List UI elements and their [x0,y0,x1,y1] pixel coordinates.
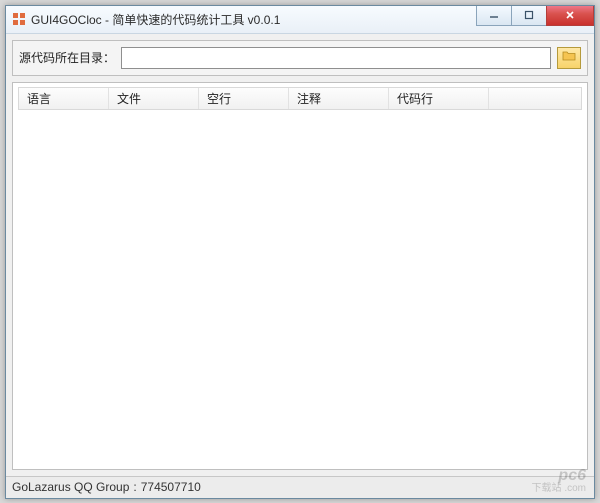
window-controls [477,6,594,33]
status-separator: : [133,480,136,494]
table-body[interactable] [18,110,582,464]
col-files[interactable]: 文件 [109,88,199,109]
results-table-panel: 语言 文件 空行 注释 代码行 [12,82,588,470]
browse-button[interactable] [557,47,581,69]
col-blank[interactable]: 空行 [199,88,289,109]
titlebar[interactable]: GUI4GOCloc - 简单快速的代码统计工具 v0.0.1 [6,6,594,34]
col-code[interactable]: 代码行 [389,88,489,109]
maximize-button[interactable] [511,6,547,26]
source-dir-label: 源代码所在目录： [19,49,115,66]
table-header: 语言 文件 空行 注释 代码行 [18,87,582,110]
col-filler [489,88,581,109]
client-area: 源代码所在目录： 语言 文件 空行 注释 代码行 [6,34,594,476]
folder-icon [562,50,576,65]
app-icon [12,12,26,26]
col-language[interactable]: 语言 [19,88,109,109]
status-group-label: GoLazarus QQ Group [12,480,129,494]
source-dir-panel: 源代码所在目录： [12,40,588,76]
app-window: GUI4GOCloc - 简单快速的代码统计工具 v0.0.1 源代码所在目录： [5,5,595,499]
close-button[interactable] [546,6,594,26]
status-group-number: 774507710 [141,480,201,494]
window-title: GUI4GOCloc - 简单快速的代码统计工具 v0.0.1 [31,11,477,28]
col-comment[interactable]: 注释 [289,88,389,109]
status-bar: GoLazarus QQ Group : 774507710 [6,476,594,498]
source-dir-input[interactable] [121,47,551,69]
minimize-button[interactable] [476,6,512,26]
